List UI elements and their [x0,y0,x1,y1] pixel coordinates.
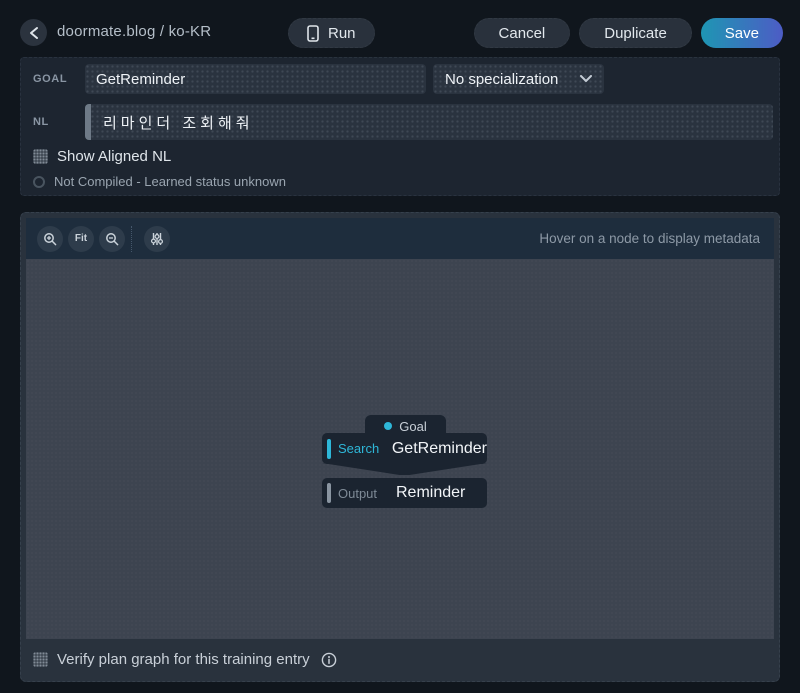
goal-tab-label: Goal [399,419,426,434]
specialization-value: No specialization [445,71,558,88]
info-icon[interactable] [321,652,337,668]
plan-graph-panel: Fit Hover on a node to display metadata … [20,212,780,682]
nl-drag-handle[interactable] [85,104,91,140]
zoom-in-icon [43,232,57,246]
output-node-value: Reminder [396,484,465,502]
graph-hint-text: Hover on a node to display metadata [539,231,774,246]
breadcrumb: doormate.blog / ko-KR [57,23,211,40]
zoom-in-button[interactable] [37,226,63,252]
verify-plan-graph-checkbox[interactable] [33,652,48,667]
search-node-value: GetReminder [392,440,487,458]
phone-icon [307,25,319,42]
goal-input-value: GetReminder [96,71,185,88]
toolbar-divider [131,226,132,252]
nl-input-value: 리마인더 조회해줘 [103,112,254,133]
graph-toolbar: Fit Hover on a node to display metadata [26,218,774,259]
compile-status-text: Not Compiled - Learned status unknown [54,174,286,189]
nl-input[interactable]: 리마인더 조회해줘 [85,104,773,140]
training-entry-form: GOAL GetReminder No specialization NL 리마… [20,57,780,196]
goal-dot-icon [384,422,392,430]
fit-label: Fit [75,233,87,244]
chevron-down-icon [580,75,592,83]
status-circle-icon [33,176,45,188]
output-node-type: Output [338,486,390,501]
search-node-type: Search [338,441,386,456]
duplicate-button[interactable]: Duplicate [579,18,692,48]
specialization-dropdown[interactable]: No specialization [433,64,604,94]
top-bar: doormate.blog / ko-KR Run Cancel Duplica… [0,0,800,57]
back-button[interactable] [20,19,47,46]
run-button[interactable]: Run [288,18,375,48]
show-aligned-nl-label: Show Aligned NL [57,148,171,165]
compile-status-row: Not Compiled - Learned status unknown [33,174,286,189]
node-connector [322,463,487,475]
output-node-accent [327,483,331,503]
output-node[interactable]: Output Reminder [322,478,487,508]
graph-canvas[interactable]: Goal Search GetReminder Output Reminder [26,259,774,639]
action-buttons: Cancel Duplicate Save [474,18,783,48]
search-node[interactable]: Search GetReminder [322,433,487,464]
run-label: Run [328,25,356,42]
zoom-out-icon [105,232,119,246]
goal-input[interactable]: GetReminder [85,64,426,94]
show-aligned-nl-toggle[interactable]: Show Aligned NL [33,148,171,165]
fit-button[interactable]: Fit [68,226,94,252]
show-aligned-nl-checkbox[interactable] [33,149,48,164]
layout-settings-button[interactable] [144,226,170,252]
save-button[interactable]: Save [701,18,783,48]
nl-field-label: NL [33,116,49,128]
chevron-left-icon [29,26,39,40]
sliders-icon [150,232,164,246]
verify-plan-graph-label: Verify plan graph for this training entr… [57,651,310,668]
goal-field-label: GOAL [33,73,67,85]
cancel-button[interactable]: Cancel [474,18,571,48]
search-node-accent [327,439,331,459]
verify-plan-graph-toggle[interactable]: Verify plan graph for this training entr… [33,651,337,668]
zoom-out-button[interactable] [99,226,125,252]
